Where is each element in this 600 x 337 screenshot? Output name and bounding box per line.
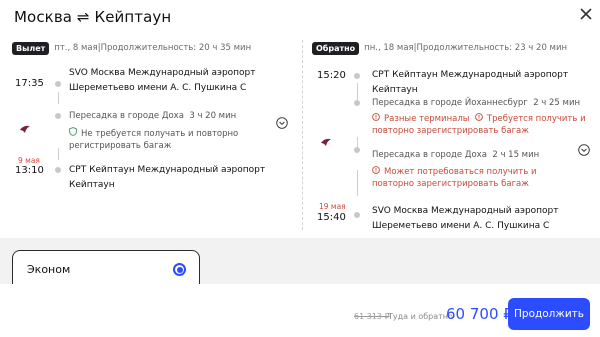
shield-icon — [69, 126, 78, 140]
outbound-departure-time: 17:35 — [15, 78, 44, 89]
chevron-down-icon[interactable] — [578, 144, 590, 156]
price-bar: 61 313 ₽ Туда и обратно 60 700 ₽ Продолж… — [0, 284, 600, 337]
return-layover-1: Пересадка в городе Йоханнесбург 2 ч 25 м… — [372, 98, 581, 108]
warning-icon — [372, 113, 381, 125]
warning-icon — [475, 113, 484, 125]
return-segment: Обратно пн., 18 мая | Продолжительность:… — [312, 40, 594, 235]
return-layover-2-warning: Может потребоваться получить и повторно … — [372, 166, 537, 189]
return-departure-time: 15:20 — [317, 70, 346, 81]
outbound-date: пт., 8 мая — [54, 43, 98, 53]
outbound-arrival-airport: CPT Кейптаун Международный аэропорт Кейп… — [69, 165, 266, 190]
outbound-duration: Продолжительность: 20 ч 35 мин — [100, 43, 252, 53]
outbound-departure-airport: SVO Москва Международный аэропорт Шереме… — [69, 68, 256, 93]
return-arrival-date: 19 мая — [319, 202, 346, 211]
timeline-line — [356, 170, 358, 196]
warning-icon — [372, 166, 381, 178]
return-duration: Продолжительность: 23 ч 20 мин — [416, 43, 568, 53]
return-departure-airport: CPT Кейптаун Международный аэропорт Кейп… — [372, 70, 569, 95]
timeline-line — [57, 92, 59, 104]
timeline-dot — [55, 81, 61, 87]
chevron-down-icon[interactable] — [276, 117, 288, 129]
timeline-dot — [55, 113, 61, 119]
tariff-label: Эконом — [27, 263, 71, 276]
return-layover-2: Пересадка в городе Доха 2 ч 15 мин — [372, 150, 540, 160]
outbound-badge: Вылет — [12, 41, 50, 55]
segment-divider — [302, 40, 303, 230]
return-badge: Обратно — [312, 41, 360, 55]
outbound-baggage-note: Не требуется получать и повторно регистр… — [69, 126, 239, 151]
outbound-header: Вылет пт., 8 мая | Продолжительность: 20… — [12, 40, 251, 56]
airline-logo-icon — [20, 125, 30, 133]
timeline-dot — [354, 147, 360, 153]
modal-header: Москва ⇌ Кейптаун — [0, 0, 600, 36]
outbound-segment: Вылет пт., 8 мая | Продолжительность: 20… — [12, 40, 300, 235]
return-layover-1-warning: Разные терминалы Требуется получить и по… — [372, 113, 586, 136]
outbound-arrival-date: 9 мая — [18, 156, 40, 165]
continue-button[interactable]: Продолжить — [508, 298, 590, 330]
outbound-arrival-time: 13:10 — [15, 165, 44, 176]
tariff-radio[interactable] — [173, 263, 186, 276]
return-arrival-airport: SVO Москва Международный аэропорт Шереме… — [372, 206, 559, 231]
total-price: 60 700 ₽ — [446, 305, 513, 323]
outbound-layover: Пересадка в городе Доха 3 ч 20 мин — [69, 111, 237, 121]
timeline-line — [57, 148, 59, 160]
timeline-dot — [354, 100, 360, 106]
route-title: Москва ⇌ Кейптаун — [14, 8, 172, 26]
old-price: 61 313 ₽ — [354, 312, 390, 321]
airline-logo-icon — [321, 138, 331, 146]
return-date: пн., 18 мая — [364, 43, 414, 53]
close-icon[interactable] — [576, 4, 596, 24]
return-arrival-time: 15:40 — [317, 212, 346, 223]
timeline-dot — [55, 167, 61, 173]
timeline-line — [356, 137, 358, 147]
return-header: Обратно пн., 18 мая | Продолжительность:… — [312, 40, 567, 56]
timeline-dot — [354, 212, 360, 218]
timeline-dot — [354, 73, 360, 79]
round-trip-label: Туда и обратно — [388, 312, 453, 321]
